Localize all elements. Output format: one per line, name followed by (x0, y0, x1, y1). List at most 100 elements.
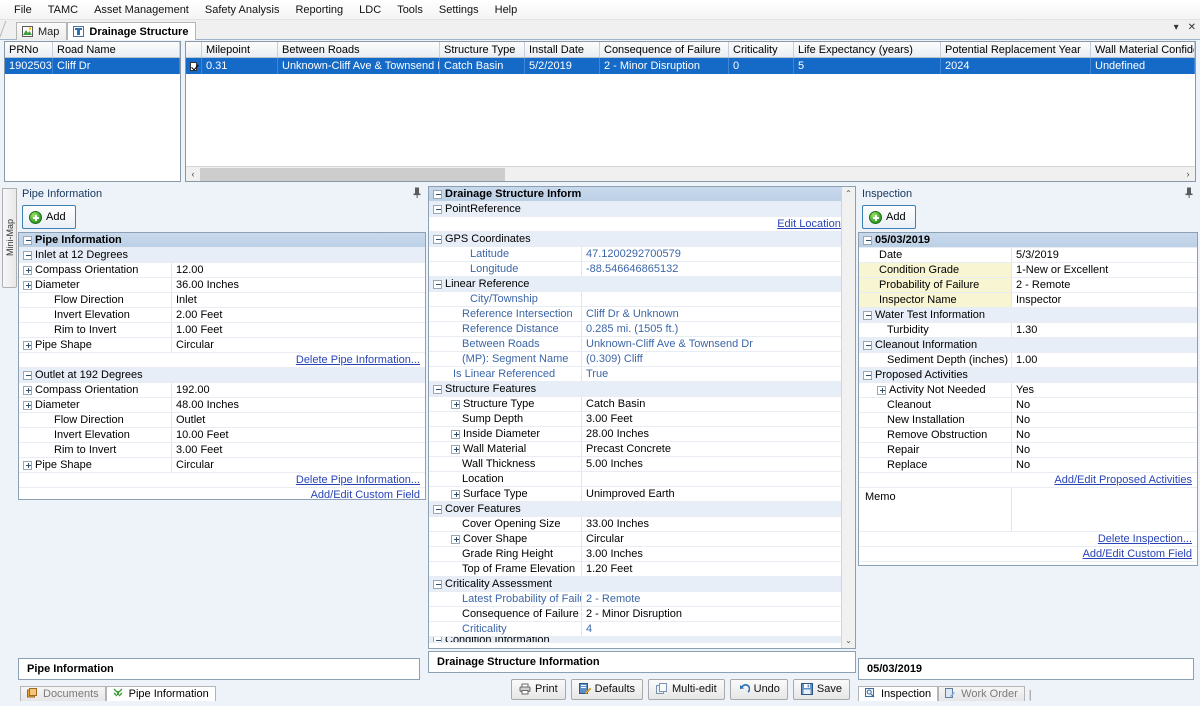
property-row-sump-depth[interactable]: Sump Depth 3.00 Feet (429, 412, 855, 427)
column-header-wall-material-confidence-grade[interactable]: Wall Material Confidence Grade (1091, 42, 1195, 57)
row-value[interactable] (581, 292, 855, 306)
property-group-cleanout-information[interactable]: Cleanout Information (859, 338, 1197, 353)
property-row-diameter-outlet[interactable]: Diameter 48.00 Inches (19, 398, 425, 413)
row-value[interactable]: Outlet (171, 413, 425, 427)
property-row-flow-direction-inlet[interactable]: Flow Direction Inlet (19, 293, 425, 308)
property-row-turbidity[interactable]: Turbidity 1.30 (859, 323, 1197, 338)
pin-icon[interactable] (1185, 187, 1193, 201)
save-button[interactable]: Save (792, 678, 850, 700)
row-value[interactable]: 1.30 (1011, 323, 1197, 337)
center-panel-vertical-scrollbar[interactable]: ⌃ ⌄ (841, 187, 855, 648)
row-value[interactable]: No (1011, 428, 1197, 442)
column-header-life-expectancy[interactable]: Life Expectancy (years) (794, 42, 941, 57)
collapse-icon[interactable] (433, 637, 442, 642)
row-value[interactable]: 1.00 Feet (171, 323, 425, 337)
column-header-select[interactable] (186, 42, 202, 57)
row-value[interactable]: 36.00 Inches (171, 278, 425, 292)
property-row-location[interactable]: Location (429, 472, 855, 487)
column-header-between-roads[interactable]: Between Roads (278, 42, 440, 57)
property-row-rim-to-invert-inlet[interactable]: Rim to Invert 1.00 Feet (19, 323, 425, 338)
add-edit-custom-field-link[interactable]: Add/Edit Custom Field (311, 488, 425, 499)
expand-icon[interactable] (451, 399, 460, 409)
row-value[interactable]: Unknown-Cliff Ave & Townsend Dr (581, 337, 855, 351)
row-value[interactable]: 48.00 Inches (171, 398, 425, 412)
property-row-structure-type[interactable]: Structure Type Catch Basin (429, 397, 855, 412)
collapse-icon[interactable] (863, 310, 872, 320)
row-value[interactable]: Circular (171, 458, 425, 472)
property-group-linear-reference[interactable]: Linear Reference (429, 277, 855, 292)
collapse-icon[interactable] (863, 340, 872, 350)
expand-icon[interactable] (23, 340, 32, 350)
tab-work-order[interactable]: Work Order (938, 686, 1025, 701)
column-header-consequence-of-failure[interactable]: Consequence of Failure (600, 42, 729, 57)
property-category-root[interactable]: Pipe Information (19, 233, 425, 248)
tab-pipe-information[interactable]: Pipe Information (105, 686, 216, 701)
property-row-memo[interactable]: Memo (859, 488, 1197, 532)
property-row-inside-diameter[interactable]: Inside Diameter 28.00 Inches (429, 427, 855, 442)
expand-icon[interactable] (23, 280, 32, 290)
row-value[interactable]: Yes (1011, 383, 1197, 397)
row-value[interactable]: No (1011, 443, 1197, 457)
menu-item-help[interactable]: Help (487, 2, 526, 18)
row-select-checkbox[interactable] (186, 58, 202, 74)
add-pipe-button[interactable]: Add (22, 205, 76, 229)
row-value[interactable]: 2 - Minor Disruption (581, 607, 855, 621)
row-value[interactable]: 47.1200292700579 (581, 247, 855, 261)
property-group-pointreference[interactable]: PointReference (429, 202, 855, 217)
property-row-city-township[interactable]: City/Township (429, 292, 855, 307)
expand-icon[interactable] (451, 429, 460, 439)
property-category-root[interactable]: Drainage Structure Information (429, 187, 855, 202)
property-row-condition-grade[interactable]: Condition Grade 1-New or Excellent (859, 263, 1197, 278)
row-value[interactable]: Inspector (1011, 293, 1197, 307)
row-value[interactable]: Inlet (171, 293, 425, 307)
tab-drainage-structure[interactable]: Drainage Structure (67, 22, 197, 40)
add-edit-proposed-activities-link[interactable]: Add/Edit Proposed Activities (1054, 473, 1197, 487)
property-row-surface-type[interactable]: Surface Type Unimproved Earth (429, 487, 855, 502)
property-row-invert-elevation-inlet[interactable]: Invert Elevation 2.00 Feet (19, 308, 425, 323)
property-row-wall-thickness[interactable]: Wall Thickness 5.00 Inches (429, 457, 855, 472)
minimap-tab[interactable]: Mini-Map (2, 188, 17, 288)
collapse-icon[interactable] (23, 250, 32, 260)
menu-item-reporting[interactable]: Reporting (287, 2, 351, 18)
property-row-pipe-shape-inlet[interactable]: Pipe Shape Circular (19, 338, 425, 353)
row-value[interactable]: 2 - Remote (1011, 278, 1197, 292)
row-value[interactable]: 12.00 (171, 263, 425, 277)
expand-icon[interactable] (451, 534, 460, 544)
print-button[interactable]: Print (511, 678, 566, 700)
property-row-wall-material[interactable]: Wall Material Precast Concrete (429, 442, 855, 457)
row-value[interactable]: 3.00 Inches (581, 547, 855, 561)
row-value[interactable]: (0.309) Cliff (581, 352, 855, 366)
row-value[interactable]: No (1011, 458, 1197, 472)
inspection-property-grid[interactable]: 05/03/2019 Date 5/3/2019 Condition Grade… (858, 232, 1198, 566)
row-value[interactable]: 4 (581, 622, 855, 636)
row-value[interactable]: 2.00 Feet (171, 308, 425, 322)
row-value[interactable]: 5/3/2019 (1011, 248, 1197, 262)
add-edit-custom-field-link[interactable]: Add/Edit Custom Field (1083, 547, 1197, 561)
property-row-is-linear-referenced[interactable]: Is Linear Referenced True (429, 367, 855, 382)
menu-item-file[interactable]: File (6, 2, 40, 18)
scroll-right-arrow-icon[interactable]: › (1181, 169, 1195, 179)
row-value[interactable]: 1-New or Excellent (1011, 263, 1197, 277)
property-row-consequence-of-failure[interactable]: Consequence of Failure 2 - Minor Disrupt… (429, 607, 855, 622)
property-row-inspector-name[interactable]: Inspector Name Inspector (859, 293, 1197, 308)
property-group-inlet[interactable]: Inlet at 12 Degrees (19, 248, 425, 263)
table-row[interactable]: 1902503 Cliff Dr (5, 58, 180, 74)
property-group-outlet[interactable]: Outlet at 192 Degrees (19, 368, 425, 383)
property-row-top-of-frame-elevation[interactable]: Top of Frame Elevation 1.20 Feet (429, 562, 855, 577)
row-value[interactable]: Catch Basin (581, 397, 855, 411)
expand-icon[interactable] (877, 385, 886, 395)
row-value[interactable]: 1.20 Feet (581, 562, 855, 576)
scroll-left-arrow-icon[interactable]: ‹ (186, 169, 200, 179)
collapse-icon[interactable] (433, 504, 442, 514)
collapse-icon[interactable] (23, 370, 32, 380)
scroll-up-arrow-icon[interactable]: ⌃ (842, 187, 855, 201)
expand-icon[interactable] (23, 400, 32, 410)
property-row-criticality[interactable]: Criticality 4 (429, 622, 855, 637)
menu-item-asset-management[interactable]: Asset Management (86, 2, 197, 18)
property-row-cover-shape[interactable]: Cover Shape Circular (429, 532, 855, 547)
structure-records-grid[interactable]: Milepoint Between Roads Structure Type I… (185, 41, 1196, 182)
row-value[interactable]: True (581, 367, 855, 381)
collapse-icon[interactable] (433, 189, 442, 199)
column-header-criticality[interactable]: Criticality (729, 42, 794, 57)
tab-documents[interactable]: Documents (20, 686, 106, 701)
